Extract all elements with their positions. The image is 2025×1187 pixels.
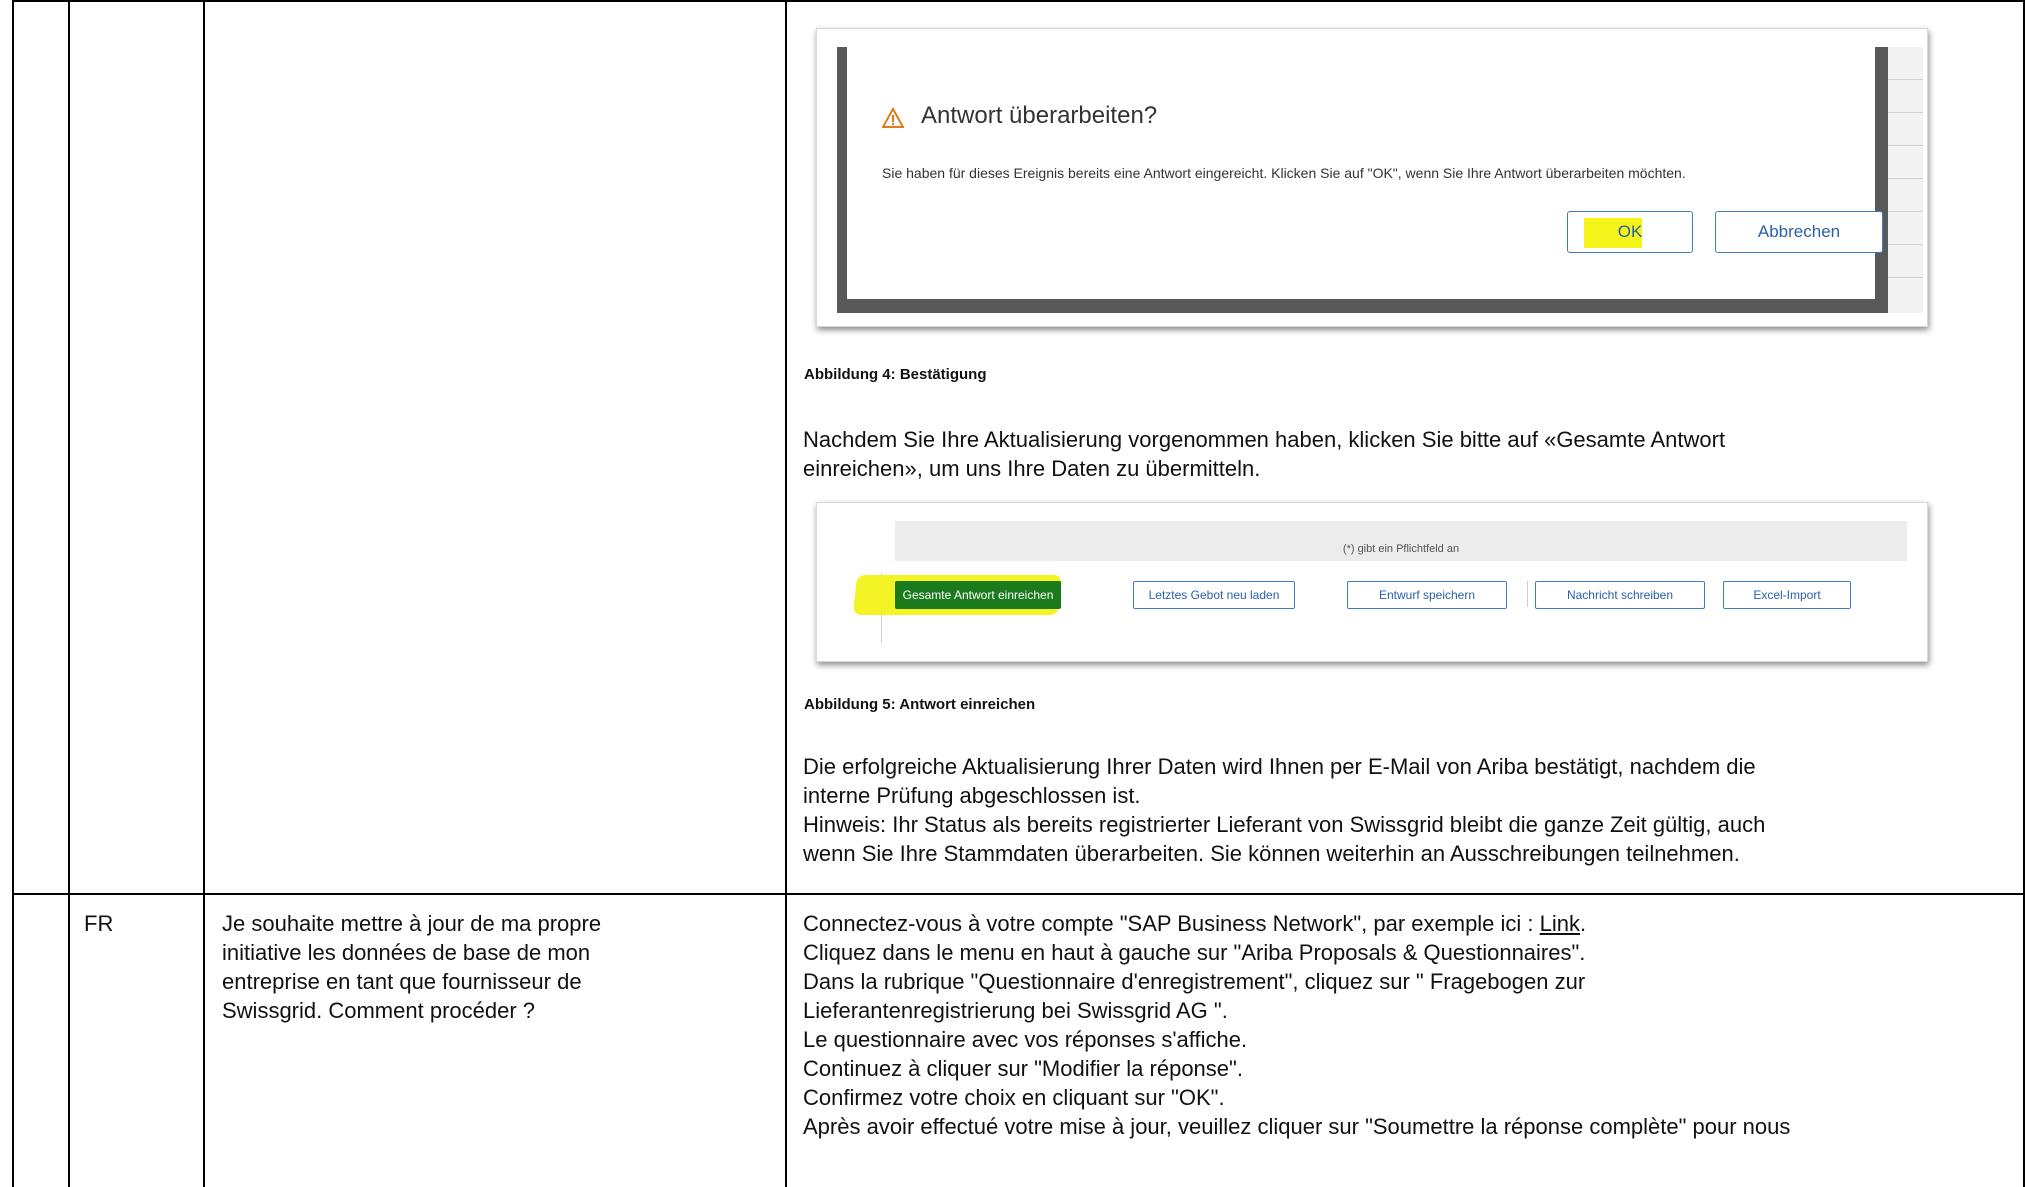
paragraph-confirmation-note: Die erfolgreiche Aktualisierung Ihrer Da… bbox=[803, 752, 1765, 868]
required-field-note: (*) gibt ein Pflichtfeld an bbox=[1342, 543, 1460, 555]
text-line: Après avoir effectué votre mise à jour, … bbox=[803, 1114, 1791, 1139]
text-line: Die erfolgreiche Aktualisierung Ihrer Da… bbox=[803, 754, 1756, 779]
text-line: Nachdem Sie Ihre Aktualisierung vorgenom… bbox=[803, 427, 1726, 452]
table-border-col1 bbox=[68, 0, 70, 1187]
paragraph-submit-instruction: Nachdem Sie Ihre Aktualisierung vorgenom… bbox=[803, 425, 1725, 483]
reload-last-bid-button[interactable]: Letztes Gebot neu laden bbox=[1133, 581, 1295, 609]
figure-5-caption: Abbildung 5: Antwort einreichen bbox=[804, 696, 1036, 713]
text-line: interne Prüfung abgeschlossen ist. bbox=[803, 783, 1141, 808]
text-line: Je souhaite mettre à jour de ma propre bbox=[222, 911, 602, 936]
text-line: Dans la rubrique "Questionnaire d'enregi… bbox=[803, 969, 1586, 994]
figure-5-screenshot: (*) gibt ein Pflichtfeld an Gesamte Antw… bbox=[816, 502, 1928, 662]
text-line: Cliquez dans le menu en haut à gauche su… bbox=[803, 940, 1586, 965]
text-line: Swissgrid. Comment procéder ? bbox=[222, 998, 536, 1023]
faq-answer: Connectez-vous à votre compte "SAP Busin… bbox=[803, 909, 1790, 1141]
submit-entire-response-button[interactable]: Gesamte Antwort einreichen bbox=[895, 581, 1061, 609]
table-border-left bbox=[12, 0, 14, 1187]
table-border-col3 bbox=[785, 0, 787, 1187]
cancel-button[interactable]: Abbrechen bbox=[1715, 211, 1883, 253]
divider bbox=[1527, 581, 1528, 607]
answer-text: . bbox=[1580, 911, 1587, 936]
text-line: initiative les données de base de mon bbox=[222, 940, 591, 965]
ok-button[interactable]: OK bbox=[1567, 211, 1693, 253]
compose-message-button[interactable]: Nachricht schreiben bbox=[1535, 581, 1705, 609]
text-line: Hinweis: Ihr Status als bereits registri… bbox=[803, 812, 1766, 837]
sap-network-link[interactable]: Link bbox=[1540, 911, 1580, 936]
dialog-title: Antwort überarbeiten? bbox=[921, 102, 1158, 129]
table-border-col2 bbox=[203, 0, 205, 1187]
text-line: Le questionnaire avec vos réponses s'aff… bbox=[803, 1027, 1248, 1052]
text-line: Confirmez votre choix en cliquant sur "O… bbox=[803, 1085, 1225, 1110]
text-line: Connectez-vous à votre compte "SAP Busin… bbox=[803, 909, 1790, 938]
text-line: Continuez à cliquer sur "Modifier la rép… bbox=[803, 1056, 1243, 1081]
warning-triangle-icon bbox=[882, 107, 904, 128]
save-draft-button[interactable]: Entwurf speichern bbox=[1347, 581, 1507, 609]
dialog-message: Sie haben für dieses Ereignis bereits ei… bbox=[882, 165, 1686, 181]
table-row-divider bbox=[12, 893, 2025, 895]
text-line: einreichen», um uns Ihre Daten zu übermi… bbox=[803, 456, 1261, 481]
text-line: entreprise en tant que fournisseur de bbox=[222, 969, 582, 994]
text-line: Lieferantenregistrierung bei Swissgrid A… bbox=[803, 998, 1228, 1023]
answer-text: Connectez-vous à votre compte "SAP Busin… bbox=[803, 911, 1540, 936]
language-code: FR bbox=[84, 911, 114, 936]
ok-button-label: OK bbox=[1617, 222, 1643, 241]
text-line: wenn Sie Ihre Stammdaten überarbeiten. S… bbox=[803, 841, 1740, 866]
faq-question: Je souhaite mettre à jour de ma propre i… bbox=[222, 909, 601, 1025]
form-footer-bar: (*) gibt ein Pflichtfeld an bbox=[895, 521, 1907, 561]
figure-4-screenshot: Antwort überarbeiten? Sie haben für dies… bbox=[816, 28, 1928, 327]
table-border-top bbox=[12, 0, 2025, 2]
excel-import-button[interactable]: Excel-Import bbox=[1723, 581, 1851, 609]
confirm-dialog: Antwort überarbeiten? Sie haben für dies… bbox=[847, 47, 1883, 299]
figure-4-caption: Abbildung 4: Bestätigung bbox=[804, 366, 987, 383]
background-grid bbox=[1888, 47, 1923, 313]
